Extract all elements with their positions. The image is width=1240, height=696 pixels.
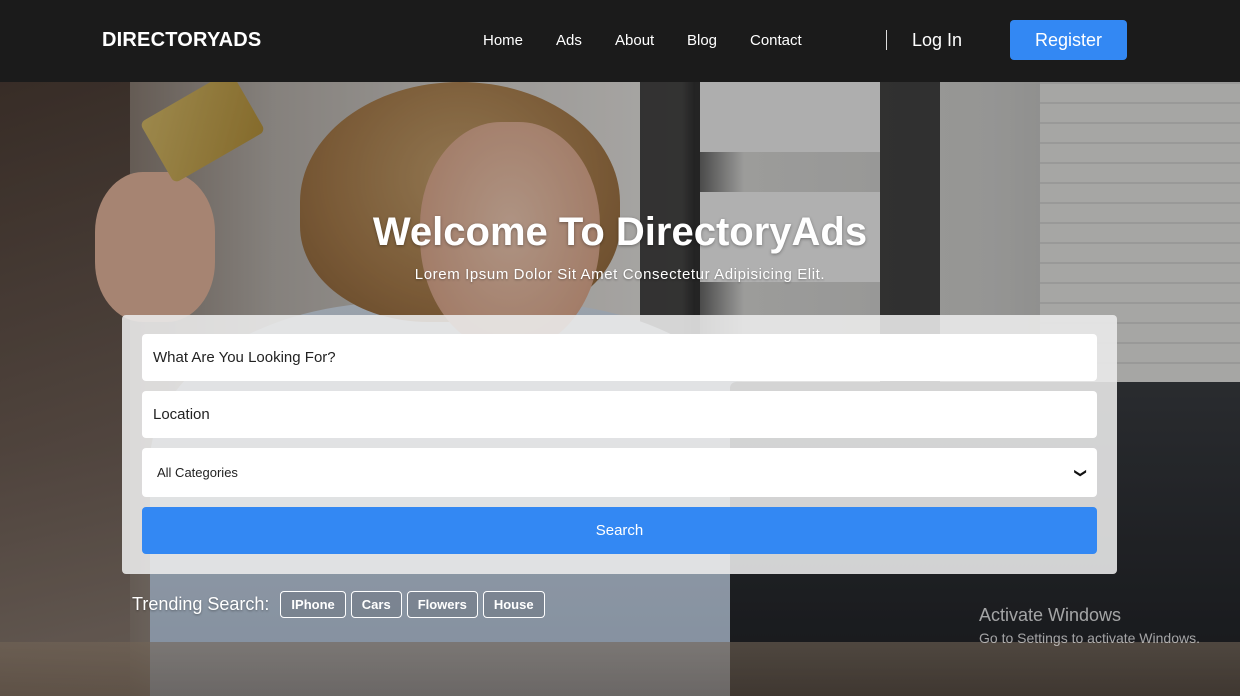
nav-blog[interactable]: Blog <box>687 32 717 49</box>
chevron-down-icon: ❯ <box>1073 467 1088 478</box>
category-select[interactable]: All Categories ❯ <box>142 448 1097 497</box>
nav-contact[interactable]: Contact <box>750 32 802 49</box>
login-link[interactable]: Log In <box>912 30 962 51</box>
category-select-value: All Categories <box>157 465 238 480</box>
nav-home[interactable]: Home <box>483 32 523 49</box>
search-panel: What Are You Looking For? Location All C… <box>122 315 1117 574</box>
location-input[interactable]: Location <box>142 391 1097 438</box>
watermark-subtitle: Go to Settings to activate Windows. <box>979 630 1200 646</box>
trending-tag-iphone[interactable]: IPhone <box>280 591 346 618</box>
hero-subtitle: Lorem Ipsum Dolor Sit Amet Consectetur A… <box>414 266 826 283</box>
nav-divider <box>886 30 887 50</box>
hero-title: Welcome To DirectoryAds <box>372 210 868 254</box>
trending-tag-house[interactable]: House <box>482 591 545 618</box>
trending-tag-cars[interactable]: Cars <box>350 591 402 618</box>
watermark-title: Activate Windows <box>979 605 1122 625</box>
search-query-input[interactable]: What Are You Looking For? <box>142 334 1097 381</box>
trending-search: Trending Search: IPhone Cars Flowers Hou… <box>132 591 550 618</box>
nav-about[interactable]: About <box>615 32 654 49</box>
trending-tag-flowers[interactable]: Flowers <box>406 591 478 618</box>
windows-activation-watermark: Activate Windows Go to Settings to activ… <box>979 605 1200 646</box>
brand-logo[interactable]: DIRECTORYADS <box>102 29 261 52</box>
register-button[interactable]: Register <box>1010 20 1127 60</box>
trending-label: Trending Search: <box>132 594 270 614</box>
top-navbar: DIRECTORYADS Home Ads About Blog Contact… <box>0 0 1240 82</box>
search-button[interactable]: Search <box>142 507 1097 554</box>
nav-ads[interactable]: Ads <box>556 32 582 49</box>
